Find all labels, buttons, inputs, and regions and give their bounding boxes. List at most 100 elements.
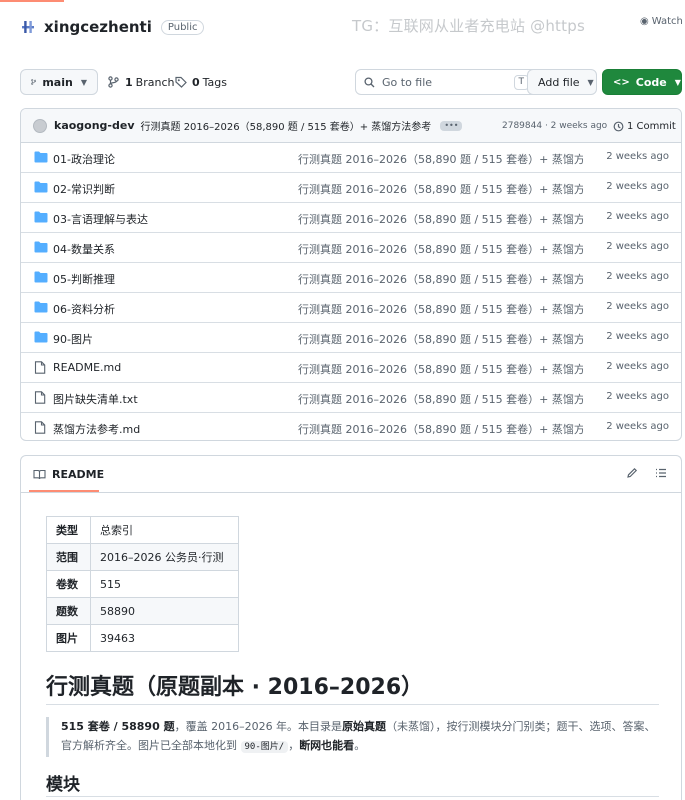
folder-icon: [34, 181, 48, 194]
folder-icon: [34, 331, 48, 344]
code-icon: <>: [613, 76, 630, 88]
file-name[interactable]: 蒸馏方法参考.md: [53, 421, 140, 437]
table-row[interactable]: 04-数量关系 行测真题 2016–2026（58,890 题 / 515 套卷）…: [21, 233, 681, 263]
table-row[interactable]: 03-言语理解与表达 行测真题 2016–2026（58,890 题 / 515 …: [21, 203, 681, 233]
file-name[interactable]: 03-言语理解与表达: [53, 211, 148, 227]
file-commit-time: 2 weeks ago: [606, 211, 669, 222]
quote-bold-1: 515 套卷 / 58890 题: [61, 720, 175, 733]
add-file-button[interactable]: Add file ▼: [527, 69, 597, 95]
table-value: 58890: [90, 597, 239, 625]
book-icon: [33, 469, 46, 479]
watermark: TG：互联网从业者充电站 @https: [352, 17, 585, 35]
eye-icon: ◉: [640, 16, 649, 27]
file-name[interactable]: 06-资料分析: [53, 301, 115, 317]
file-commit-message[interactable]: 行测真题 2016–2026（58,890 题 / 515 套卷）+ 蒸馏方法参…: [298, 391, 583, 407]
add-file-label: Add file: [538, 75, 580, 89]
file-icon: [34, 391, 48, 404]
quote-code: 90-图片/: [240, 741, 289, 753]
avatar[interactable]: [33, 118, 47, 133]
file-commit-message[interactable]: 行测真题 2016–2026（58,890 题 / 515 套卷）+ 蒸馏方法参…: [298, 361, 583, 377]
list-icon[interactable]: [655, 467, 667, 482]
file-commit-time: 2 weeks ago: [606, 331, 669, 342]
history-icon: [613, 121, 624, 131]
divider: [46, 796, 659, 797]
file-name[interactable]: README.md: [53, 361, 121, 374]
readme-tab-label: README: [52, 467, 105, 481]
search-placeholder: Go to file: [382, 75, 433, 89]
commit-count: 1 Commit: [627, 120, 676, 132]
file-name[interactable]: 90-图片: [53, 331, 93, 347]
file-commit-message[interactable]: 行测真题 2016–2026（58,890 题 / 515 套卷）+ 蒸馏方法参…: [298, 271, 583, 287]
tag-icon: [175, 76, 187, 88]
branch-selector[interactable]: main ▼: [20, 69, 98, 95]
branches-link[interactable]: 1 Branch: [108, 69, 174, 95]
file-name[interactable]: 04-数量关系: [53, 241, 115, 257]
repo-logo-icon: [20, 19, 36, 35]
file-commit-message[interactable]: 行测真题 2016–2026（58,890 题 / 515 套卷）+ 蒸馏方法参…: [298, 421, 583, 437]
ellipsis-icon[interactable]: •••: [440, 120, 463, 131]
go-to-file-input[interactable]: Go to file T: [355, 69, 538, 95]
file-name[interactable]: 02-常识判断: [53, 181, 115, 197]
pencil-icon[interactable]: [626, 467, 638, 482]
code-label: Code: [635, 75, 667, 89]
commit-author[interactable]: kaogong-dev: [54, 119, 135, 132]
file-commit-message[interactable]: 行测真题 2016–2026（58,890 题 / 515 套卷）+ 蒸馏方法参…: [298, 241, 583, 257]
file-name[interactable]: 05-判断推理: [53, 271, 115, 287]
file-rows: 01-政治理论行测真题 2016–2026（58,890 题 / 515 套卷）…: [21, 143, 681, 440]
table-row[interactable]: 06-资料分析 行测真题 2016–2026（58,890 题 / 515 套卷）…: [21, 293, 681, 323]
visibility-badge: Public: [160, 19, 205, 35]
readme-tab[interactable]: README: [33, 456, 104, 492]
branch-label: Branch: [135, 75, 175, 89]
file-commit-time: 2 weeks ago: [606, 391, 669, 402]
commit-hash-time[interactable]: 2789844 · 2 weeks ago: [502, 109, 607, 143]
file-commit-message[interactable]: 行测真题 2016–2026（58,890 题 / 515 套卷）+ 蒸馏方法参…: [298, 181, 583, 197]
file-commit-time: 2 weeks ago: [606, 151, 669, 162]
table-row[interactable]: 02-常识判断 行测真题 2016–2026（58,890 题 / 515 套卷）…: [21, 173, 681, 203]
table-row[interactable]: README.md 行测真题 2016–2026（58,890 题 / 515 套…: [21, 353, 681, 383]
file-list: kaogong-dev 行测真题 2016–2026（58,890 题 / 51…: [20, 108, 682, 441]
table-value: 515: [90, 570, 239, 598]
file-commit-message[interactable]: 行测真题 2016–2026（58,890 题 / 515 套卷）+ 蒸馏方法参…: [298, 151, 583, 167]
table-key: 类型: [46, 516, 91, 544]
file-commit-message[interactable]: 行测真题 2016–2026（58,890 题 / 515 套卷）+ 蒸馏方法参…: [298, 331, 583, 347]
commit-message[interactable]: 行测真题 2016–2026（58,890 题 / 515 套卷）+ 蒸馏方法参…: [141, 118, 432, 133]
table-row[interactable]: 蒸馏方法参考.md 行测真题 2016–2026（58,890 题 / 515 套…: [21, 413, 681, 440]
repo-header: xingcezhenti Public: [20, 14, 205, 40]
table-value: 总索引: [90, 516, 239, 544]
tag-label: Tags: [202, 75, 228, 89]
repo-name[interactable]: xingcezhenti: [44, 18, 152, 36]
table-key: 范围: [46, 543, 91, 571]
file-icon: [34, 421, 48, 434]
branch-count: 1: [125, 75, 133, 89]
folder-icon: [34, 271, 48, 284]
file-commit-time: 2 weeks ago: [606, 361, 669, 372]
readme-panel: README 类型 总索引 范围 2016–2026 公务员·行测 卷数 515 题数 588…: [20, 455, 682, 800]
commit-count-link[interactable]: 1 Commit: [613, 109, 676, 143]
table-row[interactable]: 05-判断推理 行测真题 2016–2026（58,890 题 / 515 套卷）…: [21, 263, 681, 293]
table-row: 类型 总索引: [46, 516, 239, 544]
search-icon: [364, 76, 375, 87]
table-key: 图片: [46, 624, 91, 652]
file-name[interactable]: 图片缺失清单.txt: [53, 391, 138, 407]
watch-button[interactable]: ◉ Watch: [640, 16, 683, 27]
file-commit-time: 2 weeks ago: [606, 421, 669, 432]
tags-link[interactable]: 0 Tags: [175, 69, 227, 95]
file-commit-message[interactable]: 行测真题 2016–2026（58,890 题 / 515 套卷）+ 蒸馏方法参…: [298, 301, 583, 317]
readme-meta-table: 类型 总索引 范围 2016–2026 公务员·行测 卷数 515 题数 58890 图片 394…: [46, 516, 239, 652]
divider: [46, 704, 659, 705]
file-icon: [34, 361, 48, 374]
table-row: 范围 2016–2026 公务员·行测: [46, 543, 239, 571]
table-row[interactable]: 90-图片 行测真题 2016–2026（58,890 题 / 515 套卷）+ …: [21, 323, 681, 353]
quote-bold-3: 原始真题: [342, 720, 387, 733]
quote-bold-7: 断网也能看: [299, 739, 355, 752]
folder-icon: [34, 211, 48, 224]
chevron-down-icon: ▼: [587, 77, 594, 87]
table-key: 题数: [46, 597, 91, 625]
file-commit-message[interactable]: 行测真题 2016–2026（58,890 题 / 515 套卷）+ 蒸馏方法参…: [298, 211, 583, 227]
code-button[interactable]: <> Code ▼: [602, 69, 682, 95]
file-name[interactable]: 01-政治理论: [53, 151, 115, 167]
table-row: 图片 39463: [46, 624, 239, 652]
file-commit-time: 2 weeks ago: [606, 181, 669, 192]
table-row[interactable]: 01-政治理论 行测真题 2016–2026（58,890 题 / 515 套卷）…: [21, 143, 681, 173]
table-row[interactable]: 图片缺失清单.txt 行测真题 2016–2026（58,890 题 / 515 …: [21, 383, 681, 413]
